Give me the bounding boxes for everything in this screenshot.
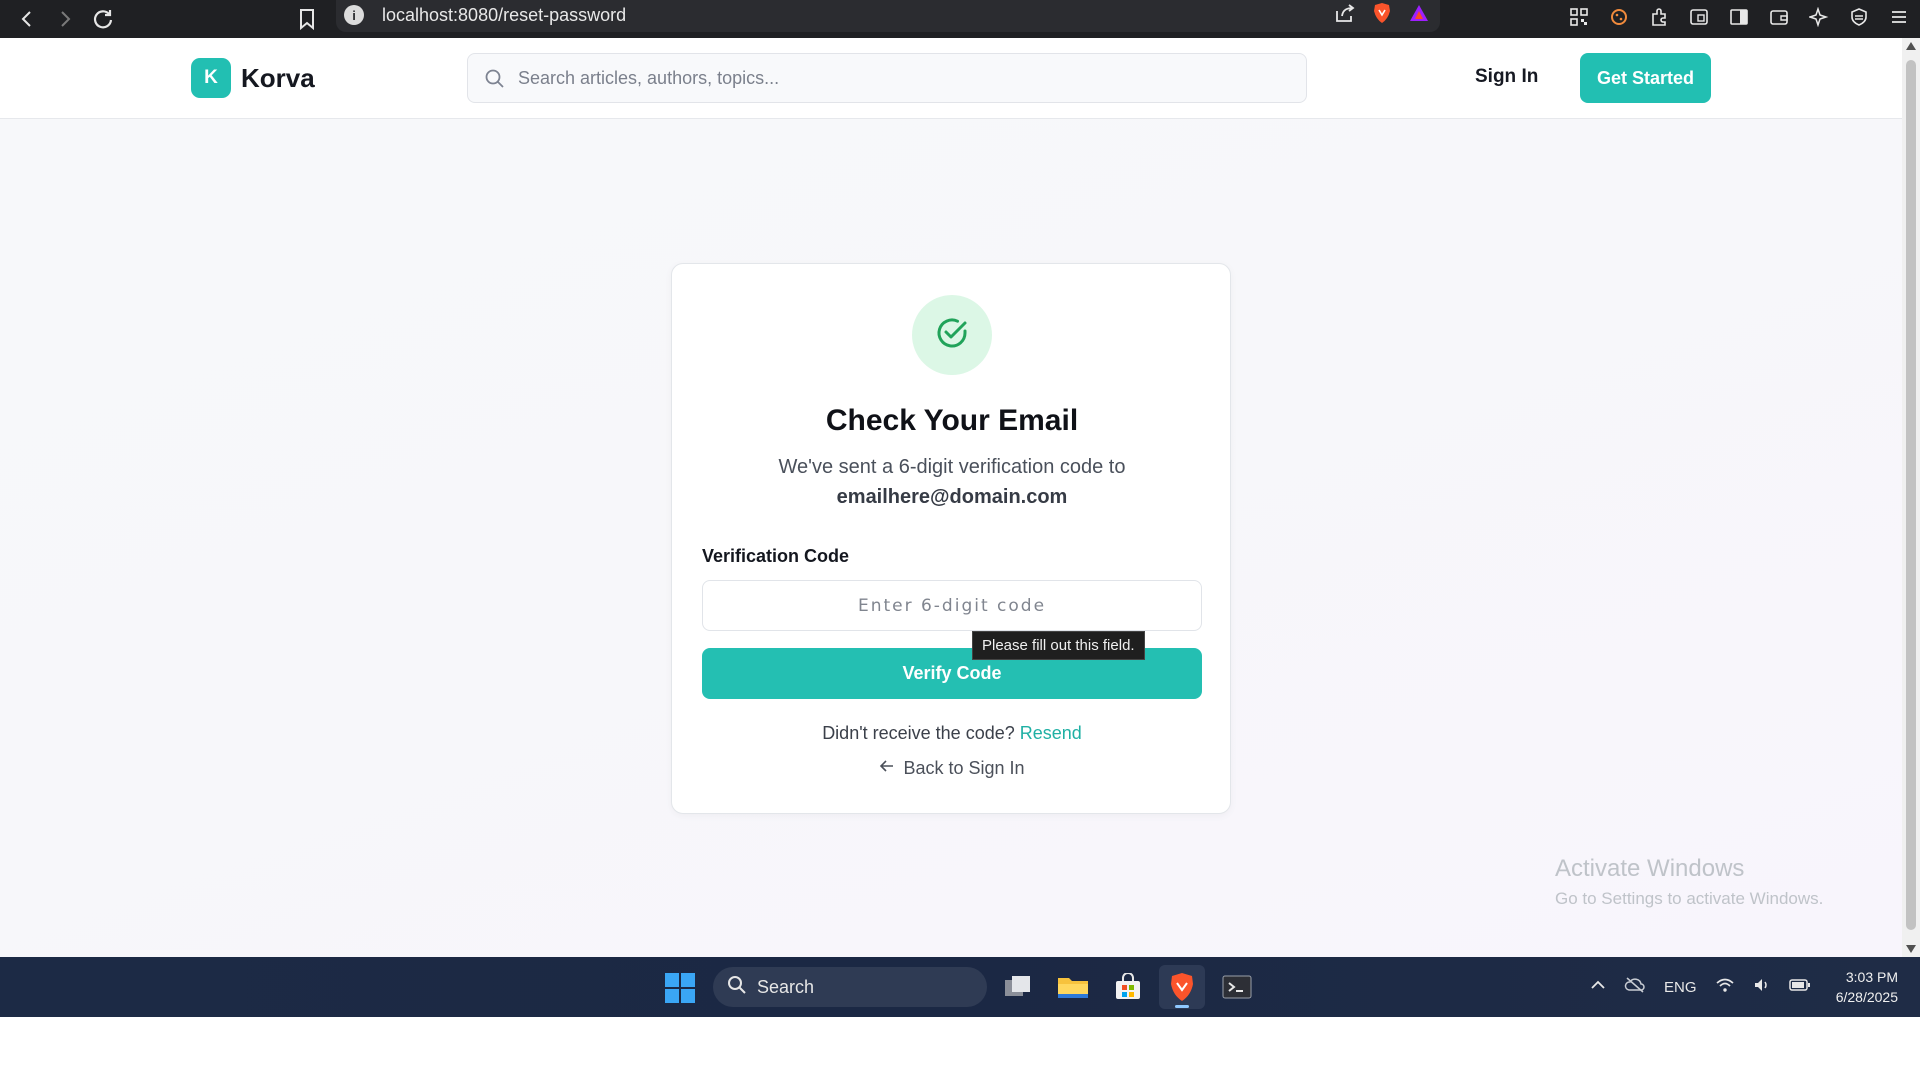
validation-tooltip: Please fill out this field. (972, 631, 1145, 660)
vpn-icon[interactable] (1846, 4, 1872, 30)
menu-icon[interactable] (1886, 4, 1912, 30)
clock-time: 3:03 PM (1845, 969, 1898, 985)
terminal-icon[interactable] (1214, 965, 1260, 1009)
brave-shield-icon[interactable] (1372, 2, 1392, 29)
site-logo[interactable]: K Korva (191, 58, 315, 98)
resend-prompt-text: Didn't receive the code? (822, 723, 1015, 743)
verification-code-input[interactable] (702, 580, 1202, 631)
reload-icon[interactable] (88, 4, 118, 34)
resend-link[interactable]: Resend (1020, 723, 1082, 743)
search-input[interactable] (518, 54, 1288, 102)
recipient-email: emailhere@domain.com (836, 486, 1068, 508)
leo-ai-icon[interactable] (1806, 4, 1832, 30)
clock-date: 6/28/2025 (1835, 989, 1898, 1005)
browser-toolbar: i localhost:8080/reset-password (0, 0, 1920, 38)
back-arrow-icon[interactable] (12, 4, 42, 34)
page-viewport: K Korva Sign In Get Started Check Your E… (0, 38, 1902, 957)
forward-arrow-icon[interactable] (50, 4, 80, 34)
battery-icon[interactable] (1788, 978, 1811, 996)
back-to-sign-in-label: Back to Sign In (903, 758, 1025, 778)
active-app-indicator (1175, 1005, 1189, 1008)
scroll-up-arrow-icon[interactable] (1906, 42, 1916, 50)
taskbar-clock[interactable]: 3:03 PM 6/28/2025 (1818, 967, 1898, 1007)
search-icon (727, 975, 747, 1000)
chevron-up-icon[interactable] (1590, 977, 1606, 997)
scroll-down-arrow-icon[interactable] (1906, 945, 1916, 953)
activate-windows-watermark: Activate Windows Go to Settings to activ… (1555, 855, 1823, 909)
instruction-text: We've sent a 6-digit verification code t… (778, 456, 1126, 478)
site-info-icon[interactable]: i (344, 5, 364, 25)
windows-start-icon[interactable] (665, 973, 695, 1003)
address-bar[interactable]: i localhost:8080/reset-password (336, 0, 1440, 32)
volume-icon[interactable] (1753, 976, 1771, 998)
back-to-sign-in-link[interactable]: Back to Sign In (672, 758, 1232, 779)
page-scrollbar[interactable] (1902, 38, 1920, 957)
bookmark-icon[interactable] (292, 4, 322, 34)
page-title: Check Your Email (825, 404, 1079, 437)
microsoft-store-icon[interactable] (1105, 965, 1151, 1009)
share-icon[interactable] (1334, 3, 1356, 28)
taskbar-search-label: Search (757, 976, 815, 997)
success-badge (912, 295, 992, 375)
wifi-icon[interactable] (1715, 976, 1735, 998)
task-view-icon[interactable] (995, 965, 1041, 1009)
check-circle-icon (932, 313, 972, 358)
site-header: K Korva Sign In Get Started (0, 38, 1902, 119)
windows-taskbar: Search ENG 3:03 PM 6/28/2025 (0, 957, 1920, 1017)
brave-rewards-icon[interactable] (1408, 3, 1430, 28)
extensions-icon[interactable] (1646, 4, 1672, 30)
search-bar[interactable] (467, 53, 1307, 103)
resend-prompt: Didn't receive the code? Resend (672, 723, 1232, 744)
get-started-button[interactable]: Get Started (1580, 53, 1711, 103)
url-text[interactable]: localhost:8080/reset-password (382, 3, 626, 27)
system-tray: ENG (1590, 957, 1811, 1017)
cookie-icon[interactable] (1606, 4, 1632, 30)
sidebar-icon[interactable] (1726, 4, 1752, 30)
taskbar-search[interactable]: Search (713, 967, 987, 1007)
watermark-subtitle: Go to Settings to activate Windows. (1555, 889, 1824, 908)
verify-email-card: Check Your Email We've sent a 6-digit ve… (671, 263, 1231, 814)
verification-code-label: Verification Code (702, 546, 850, 566)
onedrive-offline-icon[interactable] (1624, 976, 1646, 998)
qr-code-icon[interactable] (1566, 4, 1592, 30)
brand-name: Korva (241, 62, 315, 93)
scrollbar-thumb[interactable] (1906, 60, 1916, 930)
media-icon[interactable] (1686, 4, 1712, 30)
logo-mark: K (191, 58, 231, 98)
sign-in-link[interactable]: Sign In (1475, 66, 1538, 88)
screen-bottom-area (0, 1017, 1920, 1080)
arrow-left-icon (879, 758, 895, 779)
wallet-icon[interactable] (1766, 4, 1792, 30)
file-explorer-icon[interactable] (1050, 965, 1096, 1009)
watermark-title: Activate Windows (1555, 855, 1745, 882)
language-indicator[interactable]: ENG (1664, 979, 1697, 996)
search-icon (484, 68, 506, 90)
brave-browser-taskbar-icon[interactable] (1159, 965, 1205, 1009)
